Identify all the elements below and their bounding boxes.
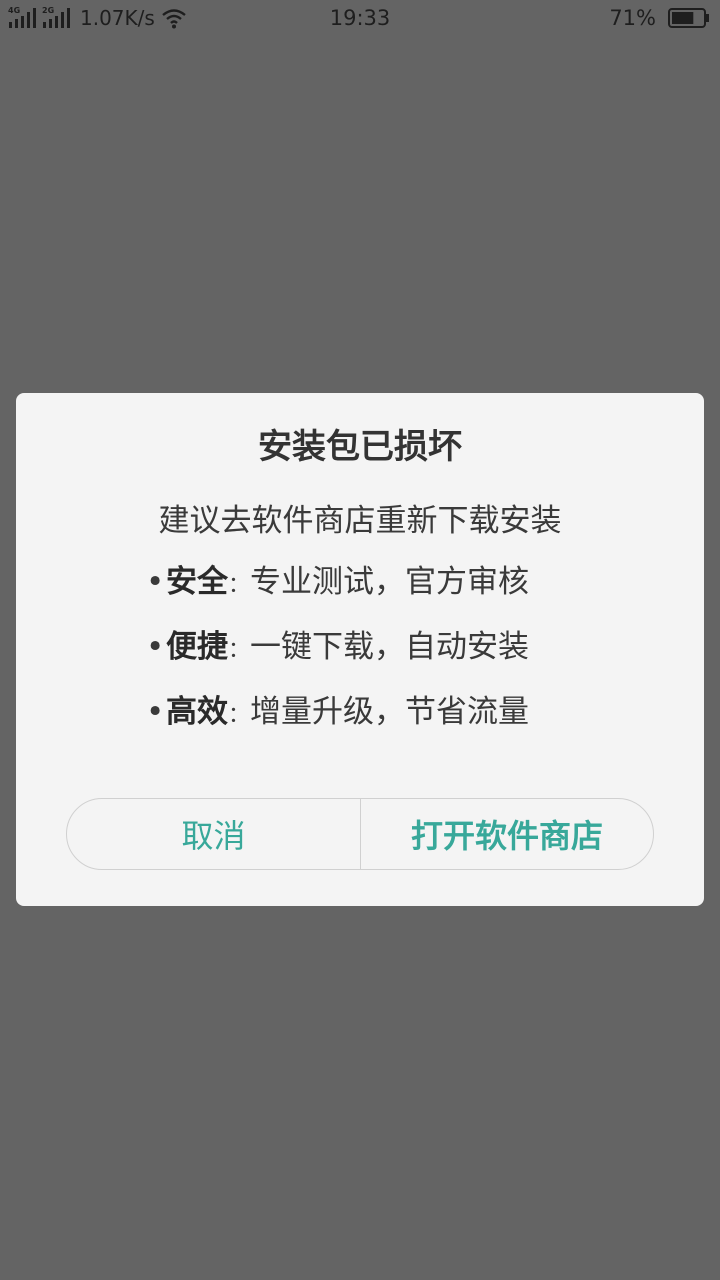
status-right: 71% (609, 4, 710, 32)
open-store-button[interactable]: 打开软件商店 (361, 799, 653, 869)
feature-key: 安全 (166, 564, 228, 600)
dialog-subtitle: 建议去软件商店重新下载安装 (158, 503, 562, 539)
feature-key: 便捷 (166, 629, 228, 665)
feature-desc: 专业测试，官方审核 (250, 564, 530, 600)
battery-icon (668, 8, 709, 28)
feature-bullet: • (146, 629, 165, 665)
feature-key: 高效 (166, 694, 228, 730)
cancel-button[interactable]: 取消 (67, 799, 361, 869)
feature-colon: ： (228, 638, 251, 663)
dialog-button-group: 取消 打开软件商店 (66, 798, 654, 870)
feature-bullet: • (146, 694, 165, 730)
feature-desc: 增量升级，节省流量 (250, 694, 530, 730)
feature-colon: ： (228, 573, 251, 598)
status-bar: 4G 2G 1.07K/s 19:33 71% (0, 0, 720, 38)
feature-bullet: • (146, 564, 165, 600)
feature-item-convenient: •便捷：一键下载，自动安装 (146, 623, 529, 675)
battery-percent: 71% (609, 6, 656, 30)
feature-colon: ： (228, 703, 251, 728)
feature-item-safe: •安全：专业测试，官方审核 (146, 558, 529, 610)
feature-desc: 一键下载，自动安装 (250, 629, 530, 665)
dialog-title: 安装包已损坏 (258, 427, 462, 467)
feature-item-efficient: •高效：增量升级，节省流量 (146, 688, 529, 740)
screen: 4G 2G 1.07K/s 19:33 71% 安装包已损坏 建议去软件商店重新… (0, 0, 720, 1280)
